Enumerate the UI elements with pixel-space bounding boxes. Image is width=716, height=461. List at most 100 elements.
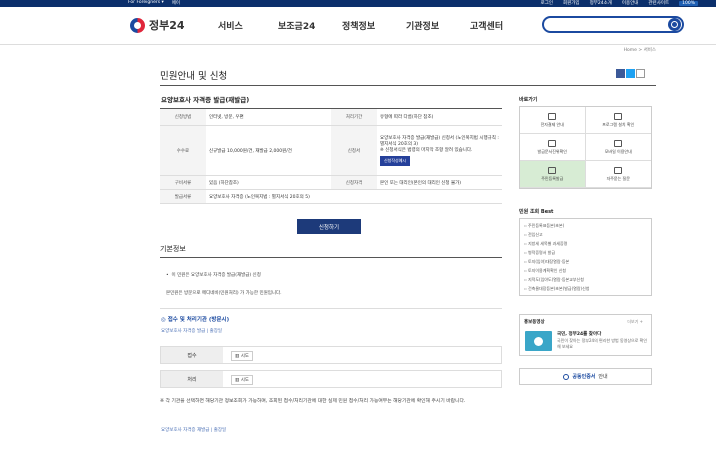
nav-subsidy24[interactable]: 보조금24 bbox=[278, 19, 342, 32]
table-cell: 유형에 따라 다름(하단 참조) bbox=[377, 108, 502, 126]
apply-button[interactable]: 신청하기 bbox=[297, 219, 361, 234]
list-item[interactable]: 토지이용계획확인 신청 bbox=[524, 266, 647, 275]
quick-link-program[interactable]: 프로그램 설치 확인 bbox=[585, 107, 651, 134]
visit-note: 본민원은 방문으로 메디네비(민원처리) 가 가능한 민원입니다. bbox=[166, 291, 282, 296]
play-icon[interactable] bbox=[525, 331, 552, 351]
best-list: 주민등록표등본(초본) 전입신고 지방세 세목별 과세증명 병적증명서 발급 토… bbox=[519, 218, 652, 296]
certificate-guide-button[interactable]: 공동인증서 안내 bbox=[519, 368, 652, 385]
promo-headline: 국민, 정부24를 찾아다 bbox=[557, 332, 602, 337]
quick-link-faq[interactable]: 자주묻는 질문 bbox=[585, 161, 651, 188]
reception-row: 접수 ▥ 시도 bbox=[160, 346, 502, 364]
about-link[interactable]: 정부24소개 bbox=[590, 0, 612, 6]
zoom-level[interactable]: 100% bbox=[679, 0, 698, 6]
processing-select[interactable]: ▥ 시도 bbox=[231, 375, 253, 385]
mobile-icon bbox=[614, 139, 623, 147]
facebook-icon[interactable] bbox=[616, 69, 625, 78]
nav-agency[interactable]: 기관정보 bbox=[406, 19, 470, 32]
processing-value: 시도 bbox=[240, 378, 249, 383]
quick-links-title: 바로가기 bbox=[519, 97, 538, 103]
basic-info-bullet: • 이 민원은 요양보호사 자격증 발급(재발급) 신청 bbox=[166, 273, 261, 278]
main-nav: 서비스 보조금24 정책정보 기관정보 고객센터 bbox=[218, 19, 530, 32]
promo-title: 홍보동영상 bbox=[524, 320, 545, 325]
quick-link-verify[interactable]: 발급문서진위확인 bbox=[520, 134, 586, 161]
breadcrumb: Home > 서비스 bbox=[623, 48, 656, 53]
title-divider bbox=[160, 85, 656, 86]
download-icon bbox=[548, 112, 557, 120]
logo-text: 정부24 bbox=[149, 19, 185, 32]
for-foreigners-link[interactable]: For Foreigners ▾ bbox=[128, 0, 164, 6]
quick-link-payment[interactable]: 전자결제 안내 bbox=[520, 107, 586, 134]
table-cell: 본인 또는 대리인(본인의 대리인 신청 불가) bbox=[377, 175, 502, 190]
list-item[interactable]: 지방세 세목별 과세증명 bbox=[524, 239, 647, 248]
quick-link-label: 전자결제 안내 bbox=[540, 121, 564, 127]
related-sites-link[interactable]: 관련사이트 bbox=[648, 0, 669, 6]
top-utility-bar: For Foreigners ▾ 에이 로그인 회원가입 정부24소개 이용안내… bbox=[0, 0, 716, 7]
page-title: 민원안내 및 신청 bbox=[160, 71, 228, 82]
quick-link-label: 발급문서진위확인 bbox=[537, 148, 567, 154]
nav-service[interactable]: 서비스 bbox=[218, 19, 278, 32]
list-item[interactable]: 병적증명서 발급 bbox=[524, 248, 647, 257]
table-cell: 요양보호사 자격증 (노인복지법 : 별지서식 20호의 5) bbox=[206, 189, 502, 204]
table-row: 발급서류 요양보호사 자격증 (노인복지법 : 별지서식 20호의 5) bbox=[160, 189, 502, 204]
login-link[interactable]: 로그인 bbox=[541, 0, 553, 6]
language-link[interactable]: 에이 bbox=[172, 0, 180, 6]
table-header: 신청서 bbox=[331, 125, 377, 176]
form-note: ※ 신청서식은 법령의 마지막 조항 알려 있습니다. bbox=[380, 147, 473, 153]
table-header: 신청자격 bbox=[331, 175, 377, 190]
service-title: 요양보호사 자격증 발급(재발급) bbox=[161, 96, 250, 104]
form-link[interactable]: 요양보호사 자격증 발급(재발급) 신청서 (노인복지법 시행규칙 : 별지서식… bbox=[380, 136, 499, 148]
reception-link[interactable]: 요양보호사 자격증 발급 | 출장일 bbox=[161, 328, 222, 334]
promo-more-link[interactable]: 더보기 + bbox=[627, 319, 643, 325]
quick-link-label: 모바일 이용안내 bbox=[604, 148, 632, 154]
promo-desc: 국민이 찾아는 정부24의 편리한 방법 동영상으로 확인해 보세요 bbox=[557, 338, 647, 349]
cert-guide-label: 안내 bbox=[598, 374, 608, 380]
twitter-icon[interactable] bbox=[626, 69, 635, 78]
reception-value: 시도 bbox=[240, 354, 249, 359]
guide-link[interactable]: 이용안내 bbox=[622, 0, 639, 6]
list-item[interactable]: 지적도(임야도)열람·등본교부신청 bbox=[524, 275, 647, 284]
table-header: 수수료 bbox=[160, 125, 206, 176]
table-cell: 있음 (하단참조) bbox=[206, 175, 331, 190]
table-header: 신청방법 bbox=[160, 108, 206, 126]
site-header: 정부24 서비스 보조금24 정책정보 기관정보 고객센터 bbox=[0, 7, 716, 45]
list-item[interactable]: 건축물대장등본(초본)발급(열람)신청 bbox=[524, 284, 647, 293]
list-item[interactable]: 토지(임야)대장열람·등본 bbox=[524, 257, 647, 266]
table-row: 수수료 신규발급 10,000원/건, 재발급 2,000원/건 신청서 요양보… bbox=[160, 125, 502, 176]
table-header: 구비서류 bbox=[160, 175, 206, 190]
table-cell: 신규발급 10,000원/건, 재발급 2,000원/건 bbox=[206, 125, 331, 176]
list-item[interactable]: 주민등록표등본(초본) bbox=[524, 221, 647, 230]
table-cell: 요양보호사 자격증 발급(재발급) 신청서 (노인복지법 시행규칙 : 별지서식… bbox=[377, 125, 502, 176]
share-tools bbox=[616, 69, 645, 78]
quick-link-label: 주민등록발급 bbox=[541, 175, 564, 181]
printer-icon bbox=[548, 139, 557, 147]
form-example-button[interactable]: 신청작성예시 bbox=[380, 155, 411, 166]
reissue-link[interactable]: 요양보호사 자격증 재발급 | 출장일 bbox=[161, 427, 226, 433]
quick-link-label: 자주묻는 질문 bbox=[606, 175, 630, 181]
best-title: 민원 조회 Best bbox=[519, 209, 554, 215]
nav-customer[interactable]: 고객센터 bbox=[470, 19, 530, 32]
reception-title: ◎ 접수 및 처리기관 (방문시) bbox=[161, 317, 230, 323]
reception-select[interactable]: ▥ 시도 bbox=[231, 351, 253, 361]
site-logo[interactable]: 정부24 bbox=[130, 17, 185, 33]
list-item[interactable]: 전입신고 bbox=[524, 230, 647, 239]
search-input[interactable] bbox=[542, 16, 684, 33]
basic-info-title: 기본정보 bbox=[160, 245, 186, 253]
section-divider bbox=[160, 257, 502, 258]
promo-video: 홍보동영상 더보기 + 국민, 정부24를 찾아다 국민이 찾아는 정부24의 … bbox=[519, 314, 652, 356]
document-icon bbox=[548, 166, 557, 174]
table-row: 신청방법 인터넷, 방문, 우편 처리기간 유형에 따라 다름(하단 참조) bbox=[160, 108, 502, 126]
certificate-icon bbox=[563, 373, 570, 380]
print-icon[interactable] bbox=[636, 69, 645, 78]
cert-label: 공동인증서 bbox=[572, 374, 596, 380]
table-header: 발급서류 bbox=[160, 189, 206, 204]
signup-link[interactable]: 회원가입 bbox=[563, 0, 580, 6]
quick-link-mobile[interactable]: 모바일 이용안내 bbox=[585, 134, 651, 161]
nav-policy[interactable]: 정책정보 bbox=[342, 19, 406, 32]
basic-info-text: 이 민원은 요양보호사 자격증 발급(재발급) 신청 bbox=[171, 273, 261, 278]
search-icon[interactable] bbox=[668, 18, 681, 31]
quick-link-label: 프로그램 설치 확인 bbox=[602, 121, 635, 127]
table-header: 처리기간 bbox=[331, 108, 377, 126]
quick-link-resident[interactable]: 주민등록발급 bbox=[520, 161, 586, 188]
taegeuk-logo-icon bbox=[130, 17, 145, 33]
reception-title-text: 접수 및 처리기관 (방문시) bbox=[167, 317, 230, 323]
